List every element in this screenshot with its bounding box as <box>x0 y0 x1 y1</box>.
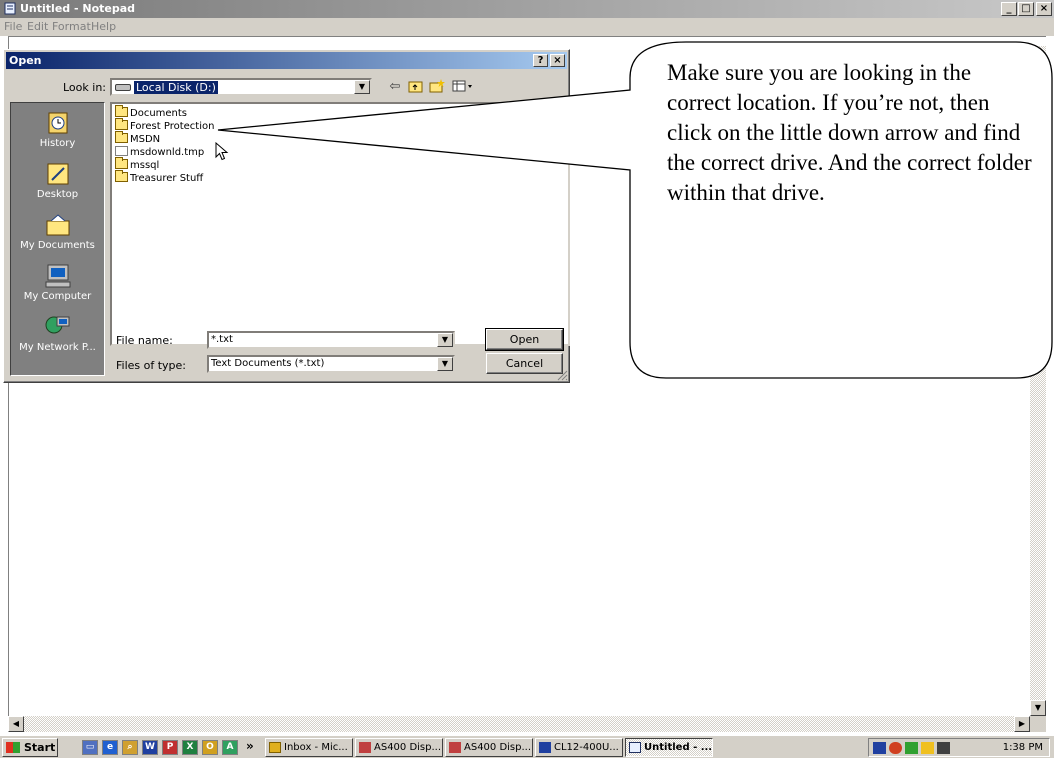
open-button[interactable]: Open <box>485 328 564 351</box>
scroll-down-icon[interactable]: ▼ <box>1030 700 1046 716</box>
notepad-icon <box>629 742 641 753</box>
menu-edit[interactable]: Edit <box>27 20 48 33</box>
powerpoint-icon[interactable]: P <box>162 740 178 755</box>
drive-icon <box>115 84 131 91</box>
place-history[interactable]: History <box>11 109 104 149</box>
help-button[interactable]: ? <box>533 54 548 67</box>
task-word-doc[interactable]: CL12-400U... <box>535 738 623 757</box>
folder-icon <box>115 131 128 143</box>
notepad-icon <box>4 2 16 15</box>
files-of-type-dropdown-arrow-icon[interactable]: ▼ <box>437 357 453 371</box>
list-item[interactable]: Forest Protection <box>115 118 214 133</box>
task-as400-1[interactable]: AS400 Disp... <box>355 738 443 757</box>
menu-help[interactable]: Help <box>91 20 116 33</box>
menu-bar: File Edit Format Help <box>0 18 1054 36</box>
show-desktop-icon[interactable]: ▭ <box>82 740 98 755</box>
history-icon <box>48 112 67 134</box>
up-folder-icon[interactable] <box>407 79 425 95</box>
place-desktop-label: Desktop <box>36 189 79 200</box>
place-history-label: History <box>39 138 76 149</box>
look-in-label: Look in: <box>63 81 106 94</box>
horizontal-scrollbar[interactable]: ◀ ▶ <box>8 716 1030 732</box>
open-dialog: Open ? × Look in: Local Disk (D:) ▼ ⇦ Hi… <box>3 49 570 383</box>
dialog-title-bar[interactable]: Open ? × <box>6 52 567 69</box>
cancel-button[interactable]: Cancel <box>486 353 563 374</box>
back-arrow-icon[interactable]: ⇦ <box>386 79 404 95</box>
file-name-dropdown-arrow-icon[interactable]: ▼ <box>437 333 453 347</box>
maximize-button[interactable]: □ <box>1018 2 1034 16</box>
update-tray-icon[interactable] <box>921 742 934 754</box>
file-list[interactable]: Documents Forest Protection MSDN msdownl… <box>110 102 570 346</box>
my-documents-icon <box>46 214 69 236</box>
files-of-type-label: Files of type: <box>116 359 187 372</box>
word-icon[interactable]: W <box>142 740 158 755</box>
place-my-computer[interactable]: My Computer <box>11 262 104 302</box>
start-label: Start <box>24 741 56 754</box>
menu-file[interactable]: File <box>4 20 22 33</box>
system-tray: 1:38 PM <box>868 738 1050 757</box>
folder-icon <box>115 118 128 130</box>
notepad-title-bar[interactable]: Untitled - Notepad _ □ × <box>0 0 1054 18</box>
word-icon <box>539 742 551 753</box>
mouse-cursor-icon <box>215 142 229 161</box>
list-item[interactable]: msdownld.tmp <box>115 146 204 159</box>
dialog-size-grip[interactable] <box>557 370 568 381</box>
clock: 1:38 PM <box>1002 742 1043 753</box>
menu-format[interactable]: Format <box>52 20 91 33</box>
place-my-documents[interactable]: My Documents <box>11 211 104 251</box>
close-button[interactable]: × <box>1036 2 1052 16</box>
places-bar: History Desktop My Documents My Computer… <box>10 102 105 376</box>
terminal-icon <box>449 742 461 753</box>
device-tray-icon[interactable] <box>937 742 950 754</box>
list-item[interactable]: Treasurer Stuff <box>115 170 203 185</box>
callout-text: Make sure you are looking in the correct… <box>667 60 1032 205</box>
new-folder-icon[interactable] <box>428 79 446 95</box>
dialog-close-button[interactable]: × <box>550 54 565 67</box>
folder-icon <box>115 105 128 117</box>
place-my-network-label: My Network P... <box>19 342 96 353</box>
dialog-title: Open <box>9 54 42 67</box>
view-menu-icon[interactable] <box>450 79 476 95</box>
minimize-button[interactable]: _ <box>1001 2 1017 16</box>
scroll-left-icon[interactable]: ◀ <box>8 716 24 732</box>
file-icon <box>115 146 128 156</box>
place-my-network[interactable]: My Network P... <box>11 313 104 353</box>
list-item[interactable]: Documents <box>115 105 187 120</box>
terminal-icon <box>359 742 371 753</box>
files-of-type-dropdown[interactable]: Text Documents (*.txt) ▼ <box>207 355 455 373</box>
task-inbox[interactable]: Inbox - Mic... <box>265 738 353 757</box>
look-in-dropdown-arrow-icon[interactable]: ▼ <box>354 80 370 94</box>
start-button[interactable]: Start <box>2 738 58 757</box>
access-icon[interactable]: A <box>222 740 238 755</box>
look-in-dropdown[interactable]: Local Disk (D:) ▼ <box>110 78 372 96</box>
place-my-computer-label: My Computer <box>23 291 92 302</box>
outlook-icon <box>269 742 281 753</box>
internet-explorer-icon[interactable]: e <box>102 740 118 755</box>
task-notepad[interactable]: Untitled - ... <box>625 738 713 757</box>
notepad-title: Untitled - Notepad <box>20 2 136 15</box>
file-name-input[interactable]: *.txt ▼ <box>207 331 455 349</box>
network-places-icon <box>45 316 69 334</box>
size-grip[interactable] <box>1030 716 1046 732</box>
windows-logo-icon <box>6 742 20 753</box>
folder-icon <box>115 157 128 169</box>
look-in-value: Local Disk (D:) <box>134 81 218 94</box>
search-icon[interactable]: ⌕ <box>122 740 138 755</box>
scroll-right-icon[interactable]: ▶ <box>1014 716 1030 732</box>
outlook-icon[interactable]: O <box>202 740 218 755</box>
place-my-documents-label: My Documents <box>20 240 95 251</box>
task-as400-2[interactable]: AS400 Disp... <box>445 738 533 757</box>
quick-launch-more-icon[interactable]: » <box>246 739 254 753</box>
folder-icon <box>115 170 128 182</box>
desktop-icon <box>47 163 68 185</box>
list-item[interactable]: MSDN <box>115 131 160 146</box>
network-tray-icon[interactable] <box>873 742 886 754</box>
file-name-label: File name: <box>116 334 173 347</box>
excel-icon[interactable]: X <box>182 740 198 755</box>
antivirus-tray-icon[interactable] <box>889 742 902 754</box>
place-desktop[interactable]: Desktop <box>11 160 104 200</box>
monitor-tray-icon[interactable] <box>905 742 918 754</box>
taskbar: Start ▭ e ⌕ W P X O A » Inbox - Mic... A… <box>0 735 1054 758</box>
my-computer-icon <box>45 264 70 288</box>
